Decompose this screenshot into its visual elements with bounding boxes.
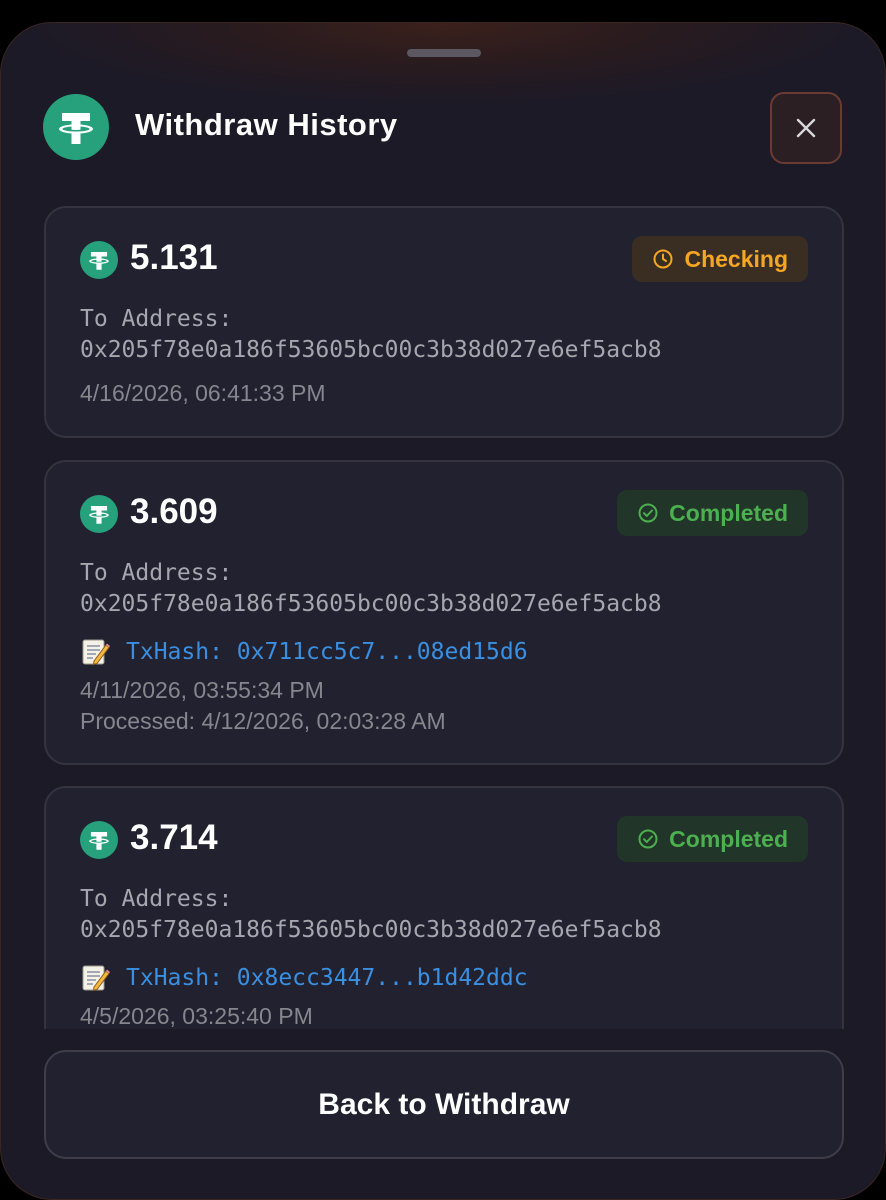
check-circle-icon [638,503,658,523]
drag-handle[interactable] [407,49,481,57]
txhash-text: TxHash: 0x8ecc3447...b1d42ddc [126,965,528,991]
check-circle-icon [638,829,658,849]
memo-icon [82,639,110,666]
status-text: Checking [684,245,788,272]
tether-logo-icon [43,94,109,160]
to-address-label: To Address: [80,306,233,332]
close-button[interactable] [770,92,842,164]
usdt-coin-icon [80,495,118,533]
status-badge: Completed [617,490,808,536]
request-date: 4/16/2026, 06:41:33 PM [80,380,326,406]
status-badge: Checking [632,236,808,282]
request-date: 4/5/2026, 03:25:40 PM [80,1003,313,1029]
txhash-link[interactable]: TxHash: 0x8ecc3447...b1d42ddc [80,963,528,993]
back-to-withdraw-button[interactable]: Back to Withdraw [44,1050,844,1159]
memo-icon [82,965,110,992]
processed-date: Processed: 4/12/2026, 02:03:28 AM [80,708,446,734]
usdt-coin-icon [80,821,118,859]
to-address-value: 0x205f78e0a186f53605bc00c3b38d027e6ef5ac… [80,337,662,363]
to-address-label: To Address: [80,886,233,912]
withdraw-amount: 3.714 [130,818,218,857]
request-date: 4/11/2026, 03:55:34 PM [80,677,324,703]
withdraw-amount: 3.609 [130,492,218,531]
status-text: Completed [669,825,788,852]
withdraw-history-sheet: Withdraw History 5.131 Checking To Addre… [0,22,886,1200]
withdraw-card: 3.714 Completed To Address: 0x205f78e0a1… [44,786,844,1029]
status-badge: Completed [617,816,808,862]
status-text: Completed [669,499,788,526]
clock-icon [653,249,673,269]
to-address-label: To Address: [80,560,233,586]
to-address-value: 0x205f78e0a186f53605bc00c3b38d027e6ef5ac… [80,591,662,617]
txhash-text: TxHash: 0x711cc5c7...08ed15d6 [126,639,528,665]
withdraw-card: 3.609 Completed To Address: 0x205f78e0a1… [44,460,844,765]
usdt-coin-icon [80,241,118,279]
withdraw-card: 5.131 Checking To Address: 0x205f78e0a18… [44,206,844,438]
page-title: Withdraw History [135,107,398,142]
close-icon [796,118,816,138]
withdraw-amount: 5.131 [130,238,218,277]
withdraw-list[interactable]: 5.131 Checking To Address: 0x205f78e0a18… [1,206,885,1029]
txhash-link[interactable]: TxHash: 0x711cc5c7...08ed15d6 [80,637,528,667]
to-address-value: 0x205f78e0a186f53605bc00c3b38d027e6ef5ac… [80,917,662,943]
